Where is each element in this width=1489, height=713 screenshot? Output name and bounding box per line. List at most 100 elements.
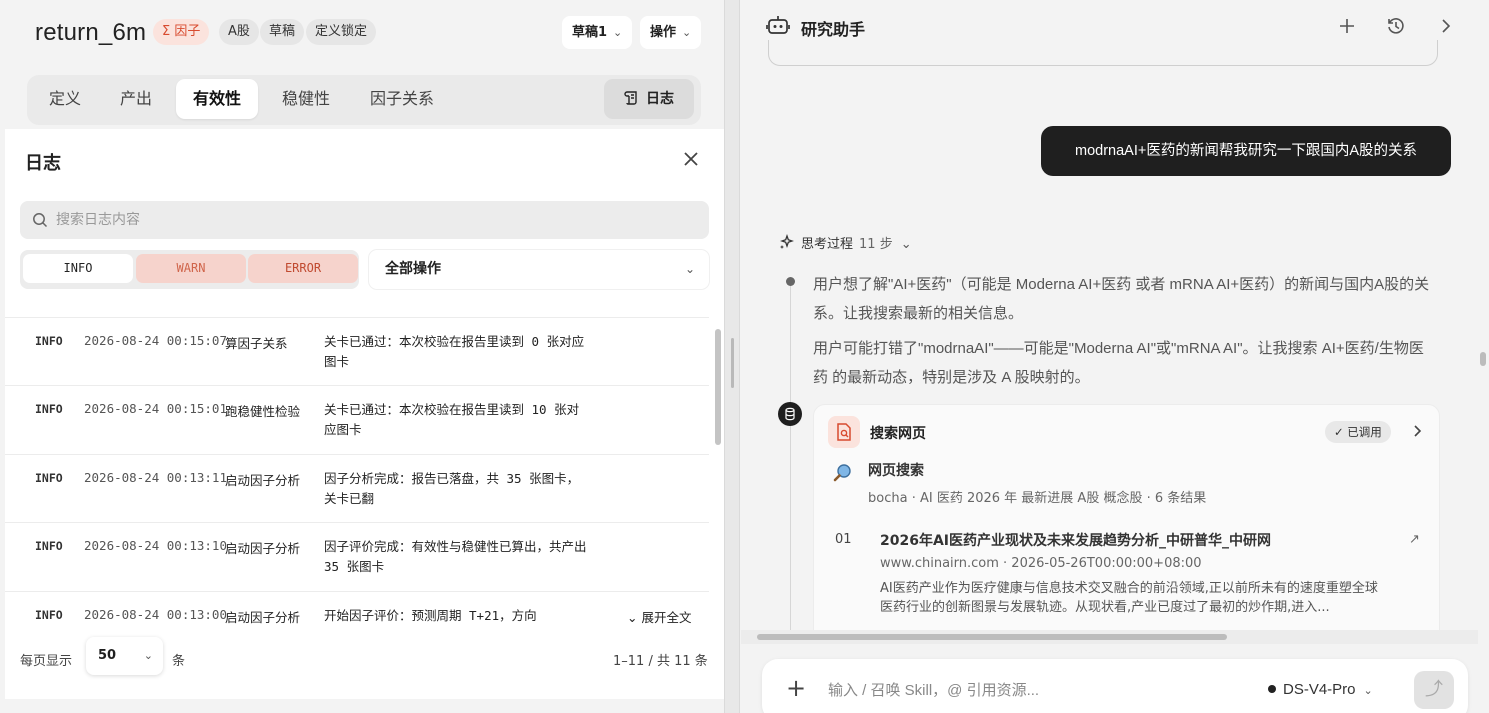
- model-select[interactable]: DS-V4-Pro ⌄: [1268, 681, 1373, 698]
- tag-draft: 草稿: [260, 19, 305, 45]
- result-url: www.chinairn.com · 2026-05-26T00:00:00+0…: [880, 556, 1202, 571]
- log-time: 2026-08-24 00:13:11: [84, 470, 227, 485]
- log-message: 关卡已通过：本次校验在报告里读到 10 张对应图卡: [324, 402, 580, 437]
- chevron-down-icon: ⌄: [143, 649, 153, 662]
- log-operation: 启动因子分析: [225, 473, 301, 488]
- log-message: 关卡已通过：本次校验在报告里读到 0 张对应图卡: [324, 334, 585, 369]
- log-search: [20, 201, 709, 239]
- chevron-down-icon: ⌄: [613, 26, 623, 39]
- sparkle-icon: [780, 234, 794, 249]
- factor-title: return_6m: [35, 19, 147, 46]
- thinking-paragraph: 用户想了解"AI+医药"（可能是 Moderna AI+医药 或者 mRNA A…: [813, 276, 1430, 322]
- draft-select-label: 草稿1: [572, 25, 608, 40]
- chat-scrollbar[interactable]: [1477, 58, 1489, 630]
- page-size-label: 每页显示: [20, 654, 73, 669]
- expand-full-text-label: 展开全文: [641, 610, 692, 625]
- log-level: INFO: [35, 402, 63, 416]
- chevron-down-icon: ⌄: [1363, 685, 1373, 697]
- level-filter: INFO WARN ERROR: [20, 250, 359, 289]
- chevron-right-icon[interactable]: [1435, 15, 1457, 37]
- log-operation: 启动因子分析: [225, 610, 301, 625]
- send-button[interactable]: ⤴: [1414, 671, 1454, 709]
- chevron-down-icon: ⌄: [684, 262, 695, 276]
- tab-output[interactable]: 产出: [103, 79, 169, 119]
- scrollbar-thumb[interactable]: [757, 634, 1227, 640]
- factor-header: return_6m Σ 因子 A股 草稿 定义锁定 草稿1 ⌄ 操作 ⌄: [0, 0, 724, 64]
- web-search-icon: [828, 416, 860, 448]
- magnifier-icon: [832, 462, 854, 489]
- actions-select[interactable]: 操作 ⌄: [640, 16, 702, 49]
- log-search-input[interactable]: [56, 201, 696, 239]
- operation-filter-label: 全部操作: [385, 261, 441, 277]
- thinking-toggle[interactable]: 思考过程 11 步 ⌄: [778, 233, 912, 252]
- level-warn-toggle[interactable]: WARN: [136, 254, 246, 283]
- thinking-steps: 11 步: [859, 237, 893, 252]
- tab-factor-relations[interactable]: 因子关系: [353, 79, 451, 119]
- status-badge: ✓ 已调用: [1325, 421, 1391, 443]
- table-row[interactable]: INFO 2026-08-24 00:15:01 跑稳健性检验 关卡已通过：本次…: [5, 386, 709, 455]
- table-row[interactable]: INFO 2026-08-24 00:13:00 启动因子分析 开始因子评价：预…: [5, 592, 709, 627]
- page-range: 1–11 / 共 11 条: [613, 654, 708, 669]
- tag-factor: Σ 因子: [153, 19, 210, 45]
- log-time: 2026-08-24 00:13:10: [84, 538, 227, 553]
- status-badge-label: 已调用: [1347, 425, 1382, 439]
- external-link-icon[interactable]: ↗: [1409, 532, 1420, 547]
- log-level: INFO: [35, 471, 63, 485]
- chat-composer: + DS-V4-Pro ⌄ ⤴: [762, 659, 1468, 713]
- expand-full-text-button[interactable]: ⌄ 展开全文: [627, 607, 691, 626]
- chat-input[interactable]: [828, 673, 1248, 707]
- previous-card-edge: [768, 40, 1438, 66]
- attach-plus-icon[interactable]: +: [786, 674, 806, 702]
- level-error-toggle[interactable]: ERROR: [248, 254, 358, 283]
- check-icon: ✓: [1334, 425, 1348, 439]
- chat-horizontal-scrollbar[interactable]: [741, 630, 1478, 644]
- log-message: 因子评价完成：有效性与稳健性已算出，共产出 35 张图卡: [324, 539, 587, 574]
- factor-tabs: 定义 产出 有效性 稳健性 因子关系 日志: [27, 75, 701, 125]
- page-size-select[interactable]: 50 ⌄: [86, 637, 163, 675]
- log-time: 2026-08-24 00:15:07: [84, 333, 227, 348]
- level-info-toggle[interactable]: INFO: [23, 254, 133, 283]
- timeline-dot: [786, 277, 795, 286]
- scrollbar-thumb[interactable]: [1480, 352, 1486, 366]
- assistant-panel: 研究助手 modrnaAI+医药的新闻帮我研究一下跟国内A股的关系 思考过程 11…: [741, 0, 1489, 713]
- close-icon[interactable]: [681, 149, 701, 169]
- log-operation: 跑稳健性检验: [225, 404, 301, 419]
- chevron-down-icon: ⌄: [900, 237, 912, 252]
- model-status-dot: [1268, 685, 1276, 693]
- search-name: 网页搜索: [868, 463, 924, 479]
- user-message: modrnaAI+医药的新闻帮我研究一下跟国内A股的关系: [1041, 126, 1451, 176]
- robot-icon: [766, 16, 790, 34]
- resize-grip[interactable]: [731, 338, 734, 388]
- operation-filter[interactable]: 全部操作 ⌄: [369, 250, 709, 289]
- tag-a-share: A股: [219, 19, 259, 45]
- table-row[interactable]: INFO 2026-08-24 00:15:07 算因子关系 关卡已通过：本次校…: [5, 318, 709, 386]
- thinking-paragraph: 用户可能打错了"modrnaAI"——可能是"Moderna AI"或"mRNA…: [813, 340, 1424, 386]
- chevron-right-icon[interactable]: [1411, 423, 1425, 439]
- table-row[interactable]: INFO 2026-08-24 00:13:10 启动因子分析 因子评价完成：有…: [5, 523, 709, 592]
- tool-call-card: 搜索网页 ✓ 已调用 网页搜索 bocha · AI 医药 2026 年 最新进…: [813, 404, 1440, 644]
- log-time: 2026-08-24 00:13:00: [84, 607, 227, 622]
- tab-robustness[interactable]: 稳健性: [265, 79, 347, 119]
- panel-resize-handle[interactable]: [724, 0, 740, 713]
- plus-icon[interactable]: [1336, 15, 1358, 37]
- log-button[interactable]: 日志: [604, 79, 694, 119]
- assistant-title: 研究助手: [801, 20, 866, 39]
- log-button-label: 日志: [646, 91, 674, 107]
- send-arrow-icon: ⤴: [1425, 679, 1443, 700]
- draft-select[interactable]: 草稿1 ⌄: [562, 16, 633, 49]
- chevron-down-icon: ⌄: [682, 26, 692, 39]
- log-time: 2026-08-24 00:15:01: [84, 401, 227, 416]
- tab-definition[interactable]: 定义: [32, 79, 98, 119]
- log-scrollbar[interactable]: [714, 317, 724, 627]
- search-icon: [33, 213, 48, 228]
- tag-definition-locked: 定义锁定: [306, 19, 377, 45]
- history-icon[interactable]: [1385, 15, 1407, 37]
- result-title-link[interactable]: 2026年AI医药产业现状及未来发展趋势分析_中研普华_中研网: [880, 530, 1271, 550]
- tab-effectiveness[interactable]: 有效性: [176, 79, 259, 119]
- timeline-line: [790, 282, 791, 632]
- table-row[interactable]: INFO 2026-08-24 00:13:11 启动因子分析 因子分析完成：报…: [5, 455, 709, 523]
- actions-select-label: 操作: [650, 25, 677, 40]
- tool-title: 搜索网页: [870, 426, 926, 442]
- scrollbar-thumb[interactable]: [715, 329, 721, 445]
- log-operation: 算因子关系: [225, 336, 288, 351]
